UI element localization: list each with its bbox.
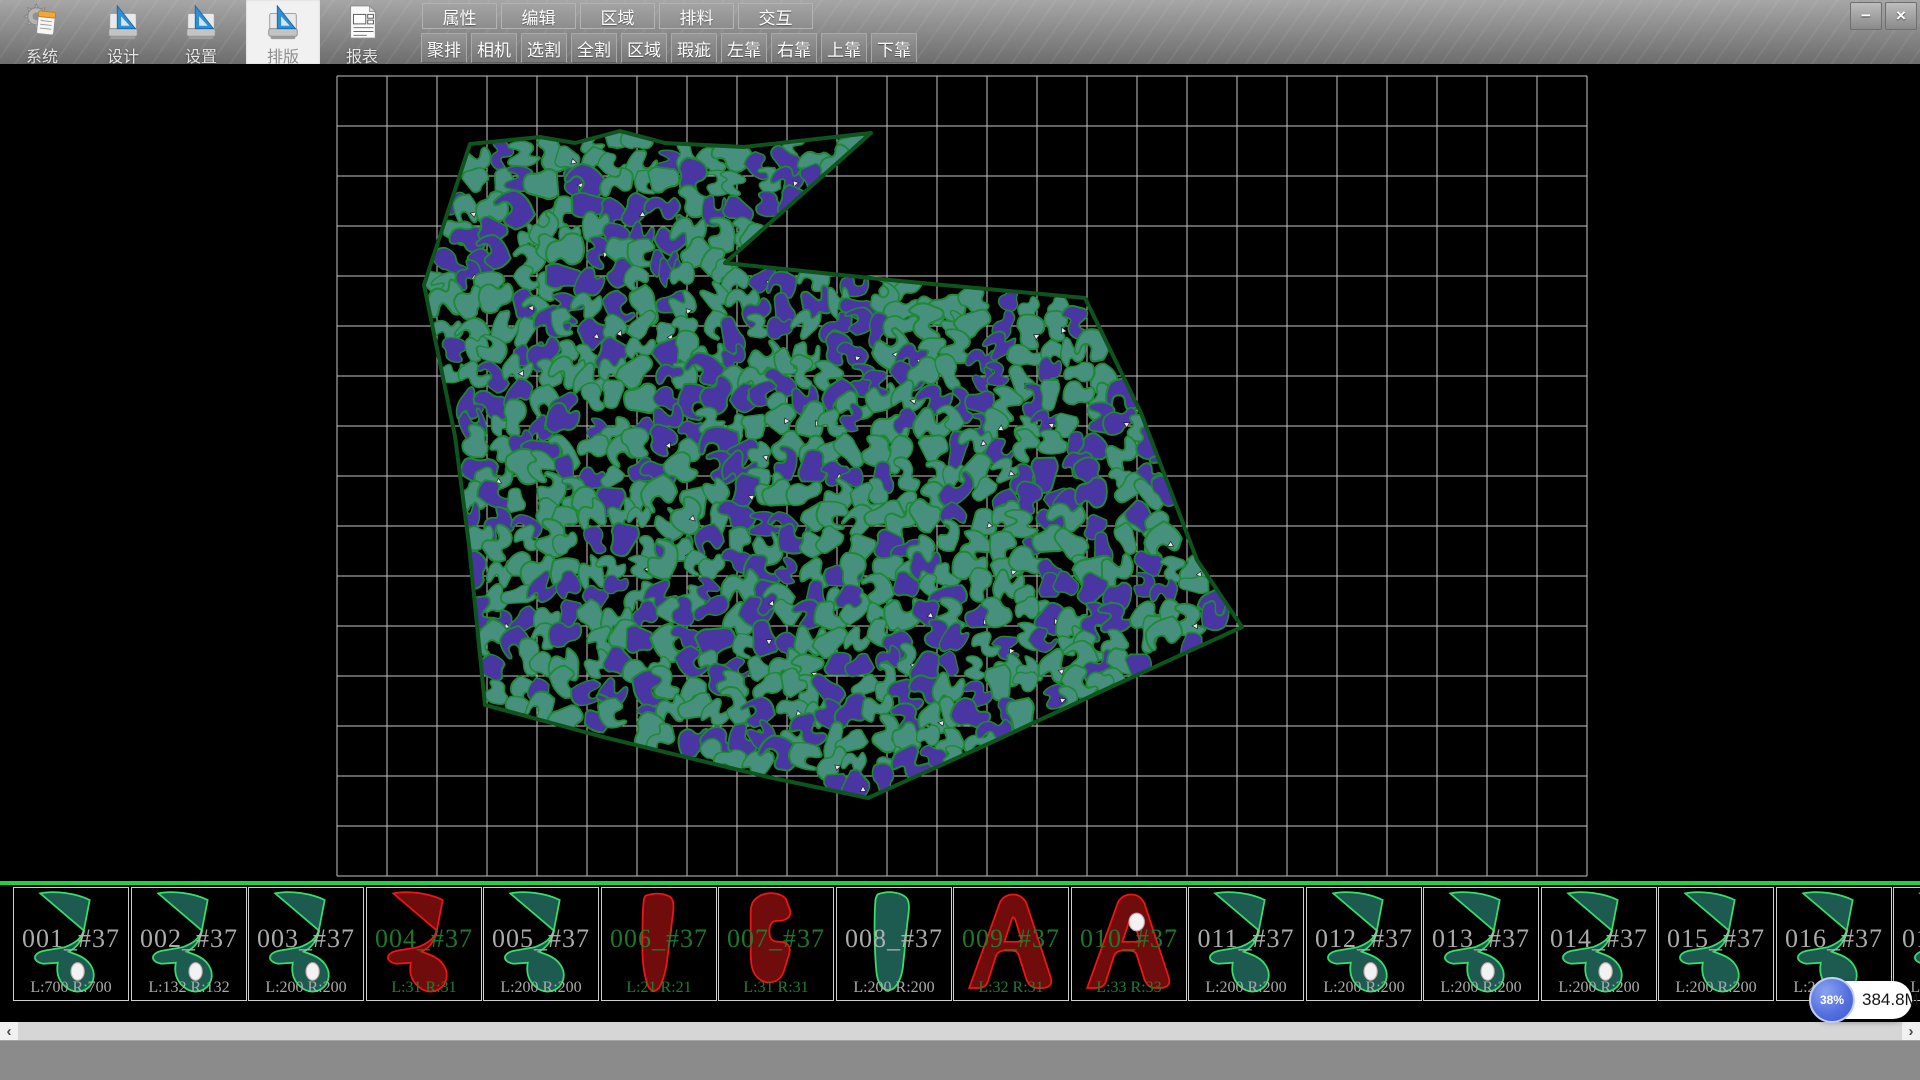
- piece-shape: [1073, 889, 1185, 999]
- piece-shape: [1190, 889, 1302, 999]
- piece-thumbnail-015_#37[interactable]: 015_#37 L:200 R:200: [1658, 887, 1774, 1001]
- nesting-canvas[interactable]: [0, 64, 1920, 881]
- progress-circle: 38%: [1809, 977, 1855, 1023]
- tool-button-7[interactable]: 左靠: [721, 33, 767, 63]
- tool-button-8[interactable]: 右靠: [771, 33, 817, 63]
- bottom-status-bar: [0, 1040, 1920, 1080]
- nesting-layout-drawing[interactable]: [0, 64, 1920, 881]
- piece-thumbnail-001_#37[interactable]: 001_#37 L:700 R:700: [13, 887, 129, 1001]
- piece-shape: [250, 889, 362, 999]
- piece-shape: [603, 889, 715, 999]
- system-gear-icon: [23, 3, 61, 41]
- mode-button-3[interactable]: 设置: [170, 0, 232, 64]
- piece-shape: [838, 889, 950, 999]
- tool-button-4[interactable]: 全割: [571, 33, 617, 63]
- tool-button-1[interactable]: 聚排: [421, 33, 467, 63]
- piece-shape: [1543, 889, 1655, 999]
- strip-top-green-line: [0, 881, 1920, 885]
- window-controls: − ×: [1850, 2, 1917, 30]
- mode-button-1[interactable]: 系统: [8, 0, 76, 64]
- piece-thumbnail-013_#37[interactable]: 013_#37 L:200 R:200: [1423, 887, 1539, 1001]
- piece-shape: [720, 889, 832, 999]
- memory-value: 384.8M: [1862, 981, 1919, 1019]
- piece-thumbnail-010_#37[interactable]: 010_#37 L:33 R:33: [1071, 887, 1187, 1001]
- piece-shape: [955, 889, 1067, 999]
- piece-shape: [485, 889, 597, 999]
- piece-thumbnail-012_#37[interactable]: 012_#37 L:200 R:200: [1306, 887, 1422, 1001]
- tool-button-9[interactable]: 上靠: [821, 33, 867, 63]
- tool-bar: 聚排相机选割全割区域瑕疵左靠右靠上靠下靠: [421, 33, 921, 63]
- tool-button-3[interactable]: 选割: [521, 33, 567, 63]
- piece-shape: [1425, 889, 1537, 999]
- piece-shape: [1660, 889, 1772, 999]
- tool-button-6[interactable]: 瑕疵: [671, 33, 717, 63]
- piece-shape: [133, 889, 245, 999]
- pieces-thumbnail-strip: 001_#37 L:700 R:700 002_#37 L:132 R:132 …: [0, 881, 1920, 1002]
- piece-thumbnail-002_#37[interactable]: 002_#37 L:132 R:132: [131, 887, 247, 1001]
- tool-button-10[interactable]: 下靠: [871, 33, 917, 63]
- mode-button-2[interactable]: 设计: [92, 0, 154, 64]
- piece-shape: [1308, 889, 1420, 999]
- mode-button-5[interactable]: 报表: [328, 0, 396, 64]
- menu-item-4[interactable]: 排料: [659, 3, 734, 29]
- tool-button-2[interactable]: 相机: [471, 33, 517, 63]
- nesting-application-window: 系统设计设置排版报表 属性编辑区域排料交互 聚排相机选割全割区域瑕疵左靠右靠上靠…: [0, 0, 1920, 1080]
- memory-usage-badge[interactable]: 38% 384.8M: [1810, 981, 1912, 1019]
- horizontal-scrollbar[interactable]: ‹ ›: [0, 1022, 1920, 1040]
- set-square-icon: [264, 3, 302, 41]
- menu-bar: 属性编辑区域排料交互: [422, 3, 817, 29]
- main-toolbar: 系统设计设置排版报表 属性编辑区域排料交互 聚排相机选割全割区域瑕疵左靠右靠上靠…: [0, 0, 1920, 64]
- scroll-right-button[interactable]: ›: [1902, 1022, 1920, 1040]
- piece-thumbnail-008_#37[interactable]: 008_#37 L:200 R:200: [836, 887, 952, 1001]
- set-square-icon: [104, 3, 142, 41]
- menu-item-3[interactable]: 区域: [580, 3, 655, 29]
- report-icon: [343, 3, 381, 41]
- menu-item-1[interactable]: 属性: [422, 3, 497, 29]
- piece-thumbnail-007_#37[interactable]: 007_#37 L:31 R:31: [718, 887, 834, 1001]
- minimize-button[interactable]: −: [1850, 2, 1882, 30]
- menu-item-5[interactable]: 交互: [738, 3, 813, 29]
- piece-thumbnail-009_#37[interactable]: 009_#37 L:32 R:31: [953, 887, 1069, 1001]
- piece-thumbnail-004_#37[interactable]: 004_#37 L:31 R:31: [366, 887, 482, 1001]
- tool-button-5[interactable]: 区域: [621, 33, 667, 63]
- close-button[interactable]: ×: [1885, 2, 1917, 30]
- piece-thumbnail-005_#37[interactable]: 005_#37 L:200 R:200: [483, 887, 599, 1001]
- menu-item-2[interactable]: 编辑: [501, 3, 576, 29]
- piece-thumbnail-003_#37[interactable]: 003_#37 L:200 R:200: [248, 887, 364, 1001]
- piece-thumbnail-014_#37[interactable]: 014_#37 L:200 R:200: [1541, 887, 1657, 1001]
- scroll-left-button[interactable]: ‹: [0, 1022, 18, 1040]
- set-square-icon: [182, 3, 220, 41]
- piece-thumbnail-006_#37[interactable]: 006_#37 L:21 R:21: [601, 887, 717, 1001]
- piece-shape: [15, 889, 127, 999]
- piece-thumbnail-011_#37[interactable]: 011_#37 L:200 R:200: [1188, 887, 1304, 1001]
- mode-button-4[interactable]: 排版: [246, 0, 320, 64]
- piece-shape: [368, 889, 480, 999]
